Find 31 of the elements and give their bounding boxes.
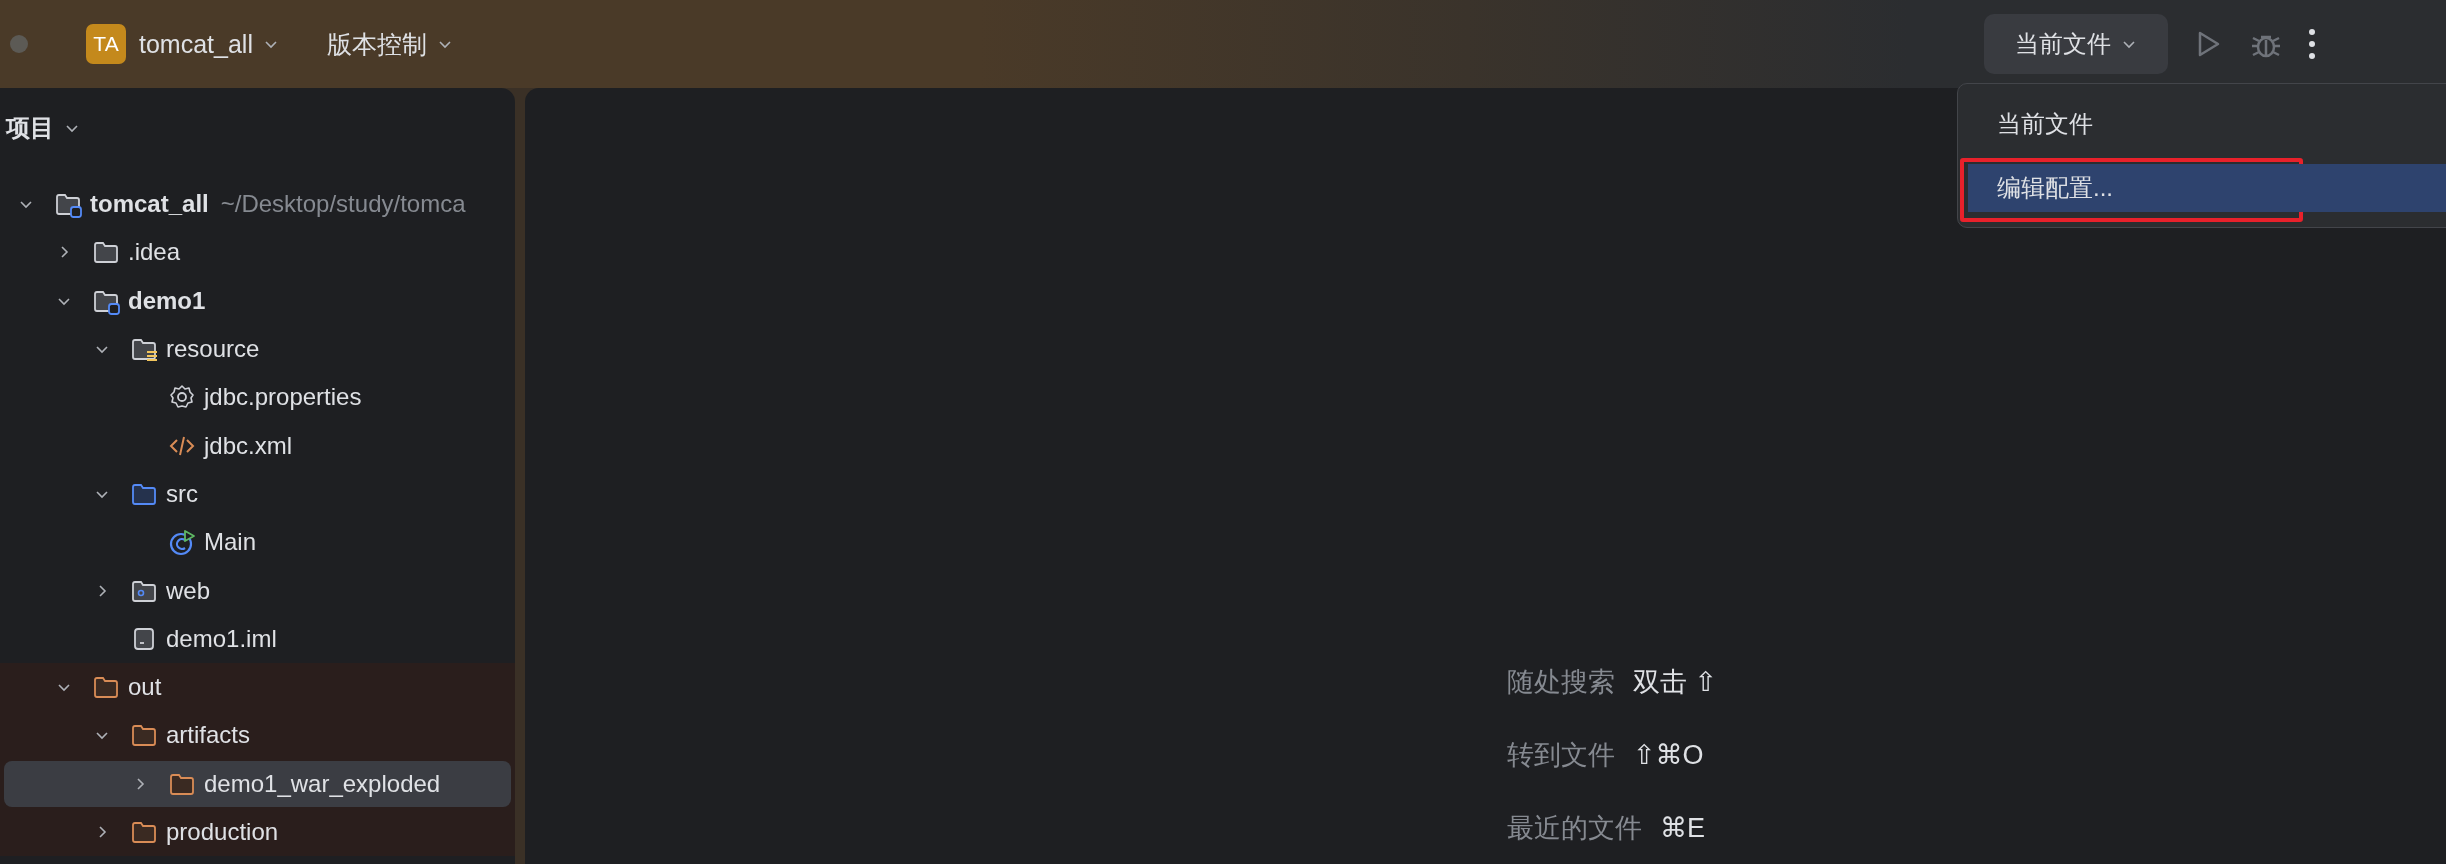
tree-item-label[interactable]: demo1 <box>128 286 206 315</box>
class-run-icon <box>168 528 196 557</box>
tree-item-label[interactable]: .idea <box>128 238 181 267</box>
hint-label: 转到文件 <box>1507 738 1615 772</box>
shortcut-label: ⌘E <box>1660 811 1705 844</box>
tree-item-label[interactable]: artifacts <box>166 721 251 750</box>
tree-item-label[interactable]: out <box>128 673 162 702</box>
vcs-menu[interactable]: 版本控制 <box>326 27 453 61</box>
shortcut-label: 双击 ⇧ <box>1633 665 1718 699</box>
path-label: ~/Desktop/study/tomca <box>220 190 466 219</box>
tree-item-label[interactable]: tomcat_all <box>90 190 209 219</box>
run-config-dropdown[interactable]: 当前文件 <box>1984 14 2168 74</box>
tree-item-label[interactable]: resource <box>166 335 260 364</box>
hint-label: 随处搜索 <box>1507 665 1615 699</box>
menu-item[interactable]: 当前文件 <box>1968 98 2446 150</box>
project-view-menu[interactable]: 项目 <box>0 100 515 156</box>
hint-label: 最近的文件 <box>1507 811 1642 845</box>
tree-row-highlight[interactable]: demo1_war_exploded <box>4 760 511 807</box>
tree-item-label[interactable]: Main <box>204 528 257 557</box>
project-badge: TA <box>86 24 126 64</box>
shortcut-label: ⇧⌘O <box>1633 738 1704 771</box>
tree-item-label[interactable]: src <box>166 479 198 508</box>
menu-item[interactable]: 编辑配置... <box>1968 164 2446 212</box>
tree-item-label[interactable]: jdbc.xml <box>204 431 293 460</box>
tree-item-label[interactable]: jdbc.properties <box>204 383 362 412</box>
tree-item-label[interactable]: production <box>166 818 279 846</box>
more-icon[interactable] <box>2306 26 2318 62</box>
tree-item-label[interactable]: web <box>166 576 211 605</box>
window-dot[interactable] <box>10 35 28 53</box>
project-menu[interactable]: TA tomcat_all <box>86 24 279 64</box>
tree-item-label[interactable]: demo1.iml <box>166 624 277 653</box>
